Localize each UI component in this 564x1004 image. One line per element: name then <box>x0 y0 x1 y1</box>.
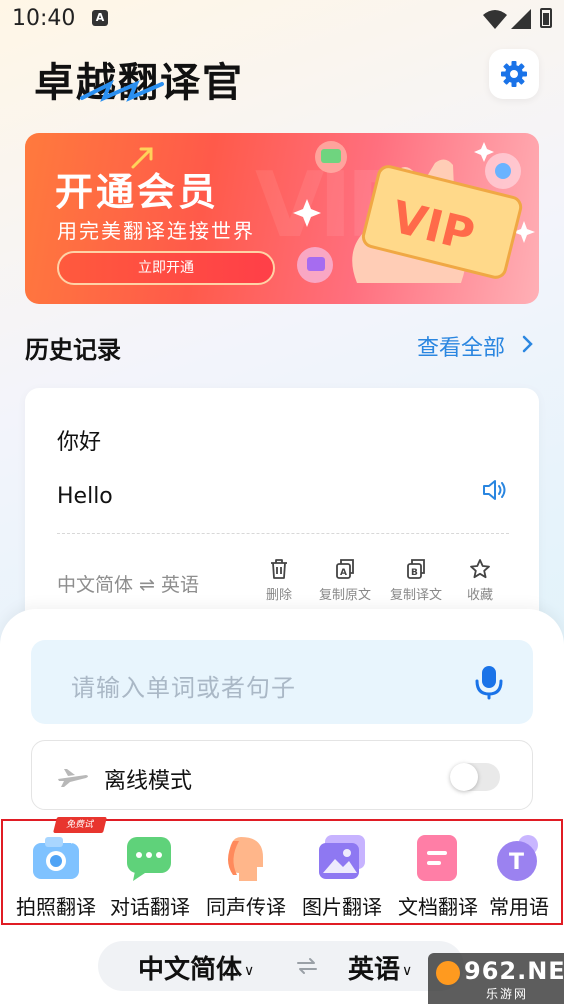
chat-icon <box>127 837 171 881</box>
history-target-text: Hello <box>57 484 113 509</box>
signal-icon <box>511 9 531 29</box>
vip-banner[interactable]: VIP 开通会员 用完美翻译连接世界 立即开通 VIP <box>25 133 539 304</box>
copy-source-button[interactable]: A 复制原文 <box>305 558 385 603</box>
feature-dialog-translate[interactable]: 对话翻译 <box>101 821 199 923</box>
copy-source-label: 复制原文 <box>318 588 371 603</box>
wifi-icon <box>483 10 507 29</box>
feature-photo-translate[interactable]: 拍照翻译 免费试用 <box>7 817 107 923</box>
copy-translation-icon: B <box>407 559 425 579</box>
view-all-link[interactable]: 查看全部 <box>417 330 505 362</box>
text-input-box[interactable]: 请输入单词或者句子 <box>31 640 533 724</box>
banner-subtitle: 用完美翻译连接世界 <box>57 219 255 243</box>
offline-mode-toggle[interactable] <box>450 763 500 791</box>
microphone-icon[interactable] <box>474 664 504 700</box>
watermark-logo-icon <box>436 961 460 985</box>
target-language-label: 英语 <box>348 955 401 985</box>
history-source-text: 你好 <box>57 430 102 455</box>
watermark-sub-text: 乐游网 <box>486 987 529 1001</box>
site-watermark: 962.NET 乐游网 <box>428 953 564 1004</box>
head-icon <box>228 837 263 881</box>
chevron-down-icon: ∨ <box>244 962 255 979</box>
svg-text:B: B <box>411 568 418 578</box>
feature-label: 图片翻译 <box>302 895 382 919</box>
trash-icon <box>271 559 287 579</box>
settings-button[interactable] <box>489 49 539 99</box>
battery-icon <box>540 8 552 28</box>
card-divider <box>57 533 509 534</box>
svg-text:A: A <box>340 568 347 578</box>
star-icon <box>470 559 490 579</box>
document-icon <box>417 835 457 881</box>
status-time: 10:40 <box>12 6 76 31</box>
swap-icon[interactable] <box>296 957 318 975</box>
gear-icon <box>501 61 527 87</box>
favorite-button[interactable]: 收藏 <box>440 558 520 603</box>
feature-label: 对话翻译 <box>110 895 190 919</box>
source-language-label: 中文简体 <box>138 955 243 985</box>
chevron-right-icon[interactable] <box>521 334 535 354</box>
feature-row: 拍照翻译 免费试用 对话翻译 同声传译 图片翻译 文档翻译 T 常用语 <box>1 817 564 925</box>
speaker-icon[interactable] <box>481 476 509 504</box>
chevron-down-icon: ∨ <box>402 962 413 979</box>
language-selector-bar: 中文简体 ∨ 英语 ∨ <box>98 941 464 991</box>
toggle-knob <box>450 763 478 791</box>
feature-common-phrases[interactable]: T 常用语 <box>473 821 564 923</box>
offline-mode-row[interactable]: 离线模式 <box>31 740 533 810</box>
feature-label: 同声传译 <box>206 895 286 919</box>
copy-source-icon: A <box>336 559 354 579</box>
subscribe-button[interactable]: 立即开通 <box>57 251 275 285</box>
svg-text:T: T <box>509 850 524 875</box>
feature-label: 拍照翻译 <box>16 895 96 919</box>
airplane-icon <box>58 769 88 787</box>
notification-icon: A <box>92 10 108 26</box>
phrase-icon: T <box>497 835 538 881</box>
bottom-sheet: 请输入单词或者句子 离线模式 拍照翻译 免费试用 对话翻译 同声传译 图片翻译 … <box>0 609 564 1004</box>
target-language-selector[interactable]: 英语 ∨ <box>348 949 412 986</box>
title-swoosh-decoration <box>80 79 164 102</box>
offline-mode-label: 离线模式 <box>104 769 193 794</box>
image-icon <box>319 835 365 879</box>
vip-card-illustration: VIP <box>293 141 535 283</box>
feature-image-translate[interactable]: 图片翻译 <box>293 821 391 923</box>
source-language-selector[interactable]: 中文简体 ∨ <box>138 949 254 986</box>
watermark-main-text: 962.NET <box>464 957 564 985</box>
feature-simultaneous-interpretation[interactable]: 同声传译 <box>197 821 295 923</box>
free-trial-tag: 免费试用 <box>53 817 107 846</box>
favorite-label: 收藏 <box>466 588 493 603</box>
text-input-placeholder: 请输入单词或者句子 <box>71 674 296 702</box>
status-bar: 10:40 A <box>0 0 564 40</box>
arrow-up-icon <box>131 147 153 169</box>
feature-label: 常用语 <box>489 895 549 919</box>
history-language-pair: 中文简体 ⇌ 英语 <box>57 574 199 596</box>
history-section-title: 历史记录 <box>25 336 121 364</box>
history-item-card[interactable]: 你好 Hello 中文简体 ⇌ 英语 删除 A 复制原文 B 复制译文 收藏 <box>25 388 539 628</box>
